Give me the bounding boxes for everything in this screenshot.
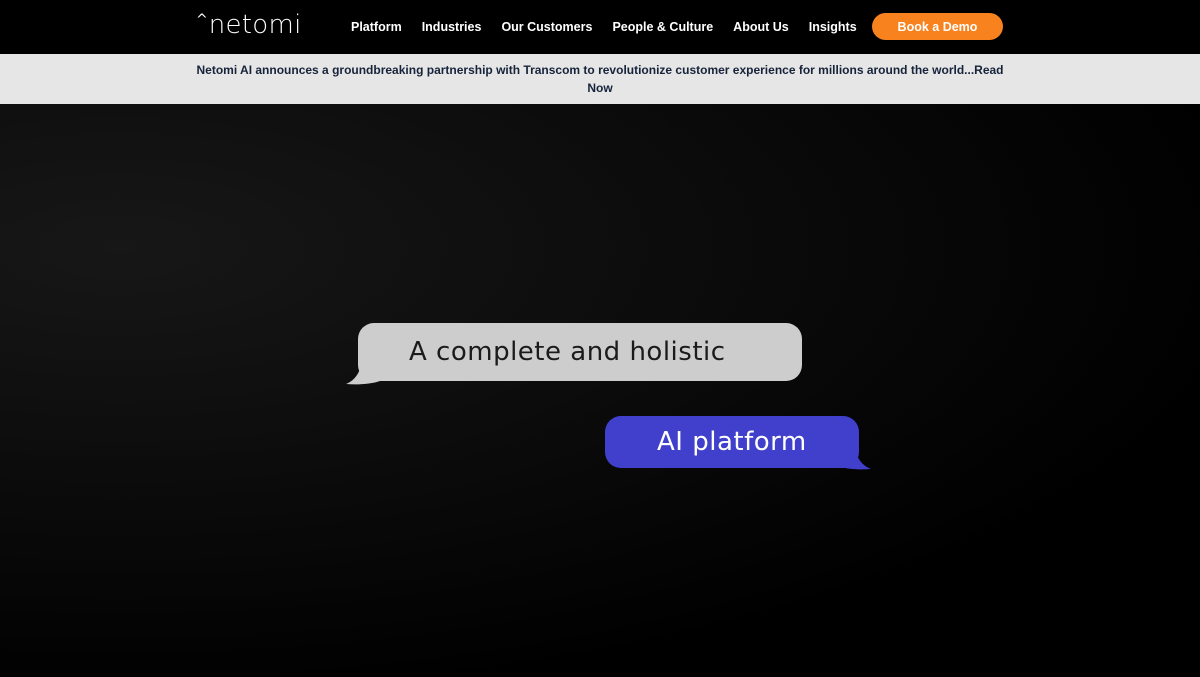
chat-bubble-blue: AI platform [605, 416, 859, 468]
nav-item-our-customers[interactable]: Our Customers [501, 20, 592, 34]
hero-section: A complete and holistic AI platform [0, 104, 1200, 677]
bubble-2-text: AI platform [657, 427, 807, 457]
announcement-link[interactable]: Netomi AI announces a groundbreaking par… [195, 61, 1005, 97]
book-demo-button[interactable]: Book a Demo [872, 13, 1003, 40]
nav-item-insights[interactable]: Insights [809, 20, 857, 34]
logo-caret-icon: ^ [196, 12, 208, 28]
top-navigation: ^ netomi Platform Industries Our Custome… [0, 0, 1200, 54]
nav-item-industries[interactable]: Industries [422, 20, 482, 34]
bubble-1-text: A complete and holistic [409, 337, 726, 367]
nav-item-about-us[interactable]: About Us [733, 20, 789, 34]
netomi-logo[interactable]: ^ netomi [196, 10, 302, 40]
chat-bubble-gray: A complete and holistic [358, 323, 802, 381]
nav-item-platform[interactable]: Platform [351, 20, 402, 34]
logo-text: netomi [208, 10, 302, 40]
main-menu: Platform Industries Our Customers People… [341, 0, 867, 54]
nav-item-people-culture[interactable]: People & Culture [612, 20, 713, 34]
announcement-banner: Netomi AI announces a groundbreaking par… [0, 54, 1200, 104]
